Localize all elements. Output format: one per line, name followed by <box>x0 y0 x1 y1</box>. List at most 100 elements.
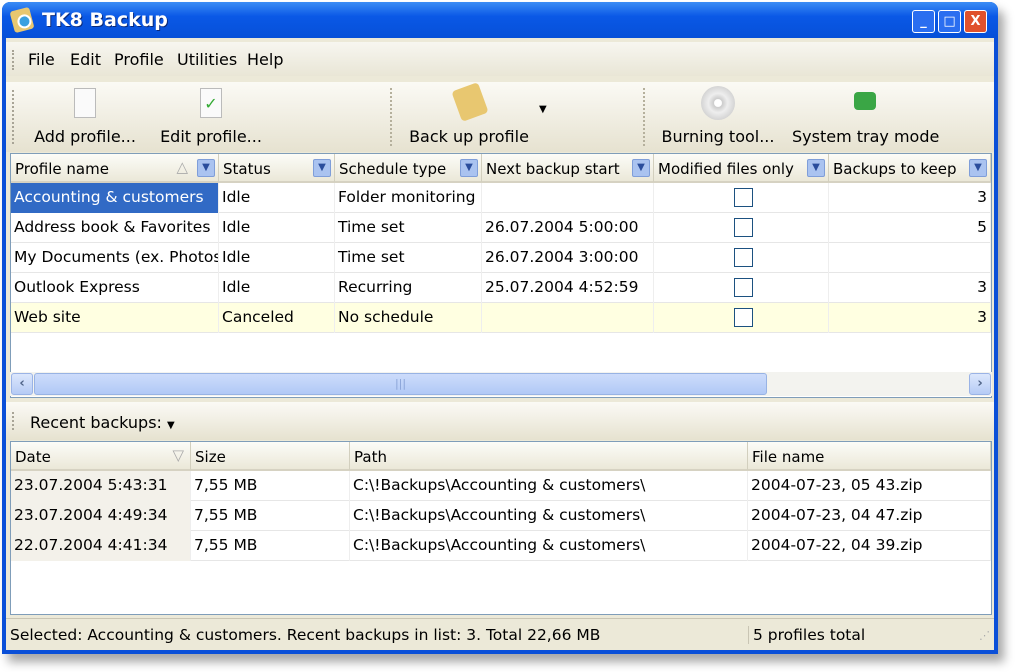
cell-keep: 3 <box>829 303 991 333</box>
profile-row[interactable]: Outlook Express Idle Recurring 25.07.2004 4… <box>11 273 991 303</box>
grip-handle[interactable] <box>12 412 15 430</box>
recent-backup-row[interactable]: 22.07.2004 4:41:34 7,55 MB C:\!Backups\Acc… <box>11 531 991 561</box>
column-label: Schedule type <box>339 160 447 178</box>
modified-checkbox[interactable] <box>733 248 753 267</box>
column-file-name[interactable]: File name <box>748 442 991 470</box>
profile-row[interactable]: My Documents (ex. Photos Idle Time set 26.0… <box>11 243 991 273</box>
menu-file[interactable]: File <box>28 50 55 69</box>
filter-dropdown-icon[interactable]: ▼ <box>197 159 215 177</box>
horizontal-scrollbar[interactable]: ‹ ||| › <box>10 372 992 396</box>
edit-document-icon: ✓ <box>200 88 222 118</box>
grip-handle[interactable] <box>12 50 15 70</box>
menu-edit[interactable]: Edit <box>70 50 101 69</box>
status-text: Selected: Accounting & customers. Recent… <box>10 626 601 644</box>
cell-text: Idle <box>222 188 251 206</box>
cell-name: Address book & Favorites <box>11 213 219 243</box>
add-profile-button[interactable]: Add profile... <box>30 82 140 152</box>
cell-text: Address book & Favorites <box>14 218 211 236</box>
recent-backups-table: Date ▽ Size Path File name 23.07.2004 5:4… <box>10 441 992 615</box>
column-path[interactable]: Path <box>350 442 748 470</box>
cell-keep <box>829 243 991 273</box>
sort-desc-icon: ▽ <box>172 446 184 464</box>
cell-modified <box>654 303 829 333</box>
cell-modified <box>654 183 829 213</box>
menu-profile[interactable]: Profile <box>114 50 164 69</box>
grip-handle[interactable] <box>12 90 15 144</box>
cell-next: 25.07.2004 4:52:59 <box>482 273 654 303</box>
system-tray-mode-button[interactable]: System tray mode <box>792 82 939 152</box>
cell-name: Outlook Express <box>11 273 219 303</box>
cell: C:\!Backups\Accounting & customers\ <box>350 531 748 561</box>
profiles-header: Profile name △ ▼ Status ▼ Schedule type ▼ Ne… <box>11 154 991 183</box>
maximize-button[interactable]: □ <box>938 10 961 33</box>
column-next-backup[interactable]: Next backup start ▼ <box>482 154 654 182</box>
column-backups-to-keep[interactable]: Backups to keep ▼ <box>829 154 991 182</box>
burning-tool-button[interactable]: Burning tool... <box>658 82 778 152</box>
cell-next: 26.07.2004 5:00:00 <box>482 213 654 243</box>
column-schedule-type[interactable]: Schedule type ▼ <box>335 154 482 182</box>
title-bar[interactable]: TK8 Backup _ □ X <box>2 2 998 38</box>
column-label: Date <box>15 448 51 466</box>
profiles-table: Profile name △ ▼ Status ▼ Schedule type ▼ Ne… <box>10 153 992 398</box>
minimize-button[interactable]: _ <box>912 10 935 33</box>
cell-text: My Documents (ex. Photos <box>14 248 219 266</box>
cell-keep: 3 <box>829 273 991 303</box>
cell-text: No schedule <box>338 308 434 326</box>
profile-row[interactable]: Address book & Favorites Idle Time set 26.0… <box>11 213 991 243</box>
filter-dropdown-icon[interactable]: ▼ <box>807 159 825 177</box>
modified-checkbox[interactable] <box>733 188 753 207</box>
client-area: File Edit Profile Utilities Help Add pro… <box>6 38 994 650</box>
recent-backup-row[interactable]: 23.07.2004 5:43:31 7,55 MB C:\!Backups\Acc… <box>11 471 991 501</box>
cell-schedule: Time set <box>335 213 482 243</box>
column-label: Backups to keep <box>833 160 957 178</box>
cell: 23.07.2004 4:49:34 <box>11 501 191 531</box>
recent-backups-bar: Recent backups: ▼ <box>6 402 994 440</box>
toolbar: Add profile... ✓ Edit profile... Back up… <box>6 82 994 152</box>
dropdown-arrow-icon: ▼ <box>539 104 547 115</box>
scroll-right-button[interactable]: › <box>969 373 991 395</box>
filter-dropdown-icon[interactable]: ▼ <box>313 159 331 177</box>
edit-profile-button[interactable]: ✓ Edit profile... <box>156 82 266 152</box>
filter-dropdown-icon[interactable]: ▼ <box>632 159 650 177</box>
backup-icon <box>451 82 489 122</box>
filter-dropdown-icon[interactable]: ▼ <box>460 159 478 177</box>
modified-checkbox[interactable] <box>733 278 753 297</box>
column-modified-only[interactable]: Modified files only ▼ <box>654 154 829 182</box>
modified-checkbox[interactable] <box>733 308 753 327</box>
cell-text: Recurring <box>338 278 413 296</box>
column-label: Path <box>354 448 387 466</box>
filter-dropdown-icon[interactable]: ▼ <box>969 159 987 177</box>
recent-backups-label: Recent backups: <box>30 413 162 432</box>
menu-bar: File Edit Profile Utilities Help <box>6 42 994 76</box>
modified-checkbox[interactable] <box>733 218 753 237</box>
back-up-profile-button[interactable]: Back up profile <box>404 82 534 152</box>
close-button[interactable]: X <box>964 10 987 33</box>
cell-text: Outlook Express <box>14 278 140 296</box>
cell-name: My Documents (ex. Photos <box>11 243 219 273</box>
column-status[interactable]: Status ▼ <box>219 154 335 182</box>
menu-utilities[interactable]: Utilities <box>177 50 237 69</box>
scroll-left-button[interactable]: ‹ <box>11 373 33 395</box>
scroll-thumb[interactable]: ||| <box>34 373 767 395</box>
profile-row[interactable]: Accounting & customers Idle Folder monitor… <box>11 183 991 213</box>
separator <box>390 88 392 146</box>
column-date[interactable]: Date ▽ <box>11 442 191 470</box>
column-size[interactable]: Size <box>191 442 350 470</box>
column-label: Size <box>195 448 226 466</box>
cell-text: 25.07.2004 4:52:59 <box>485 278 639 296</box>
cell-status: Idle <box>219 213 335 243</box>
resize-grip-icon[interactable]: ⋰ <box>979 629 990 642</box>
app-window: TK8 Backup _ □ X File Edit Profile Utili… <box>2 2 998 654</box>
cell-schedule: Time set <box>335 243 482 273</box>
cell: 7,55 MB <box>191 471 350 501</box>
recent-backups-dropdown[interactable]: Recent backups: ▼ <box>30 413 175 432</box>
sort-asc-icon: △ <box>176 158 188 176</box>
profile-row[interactable]: Web site Canceled No schedule 3 <box>11 303 991 333</box>
column-label: Status <box>223 160 271 178</box>
cd-icon <box>701 86 735 120</box>
menu-help[interactable]: Help <box>247 50 283 69</box>
cell: 23.07.2004 5:43:31 <box>11 471 191 501</box>
column-profile-name[interactable]: Profile name △ ▼ <box>11 154 219 182</box>
backup-dropdown-button[interactable]: ▼ <box>536 82 552 152</box>
recent-backup-row[interactable]: 23.07.2004 4:49:34 7,55 MB C:\!Backups\Acc… <box>11 501 991 531</box>
